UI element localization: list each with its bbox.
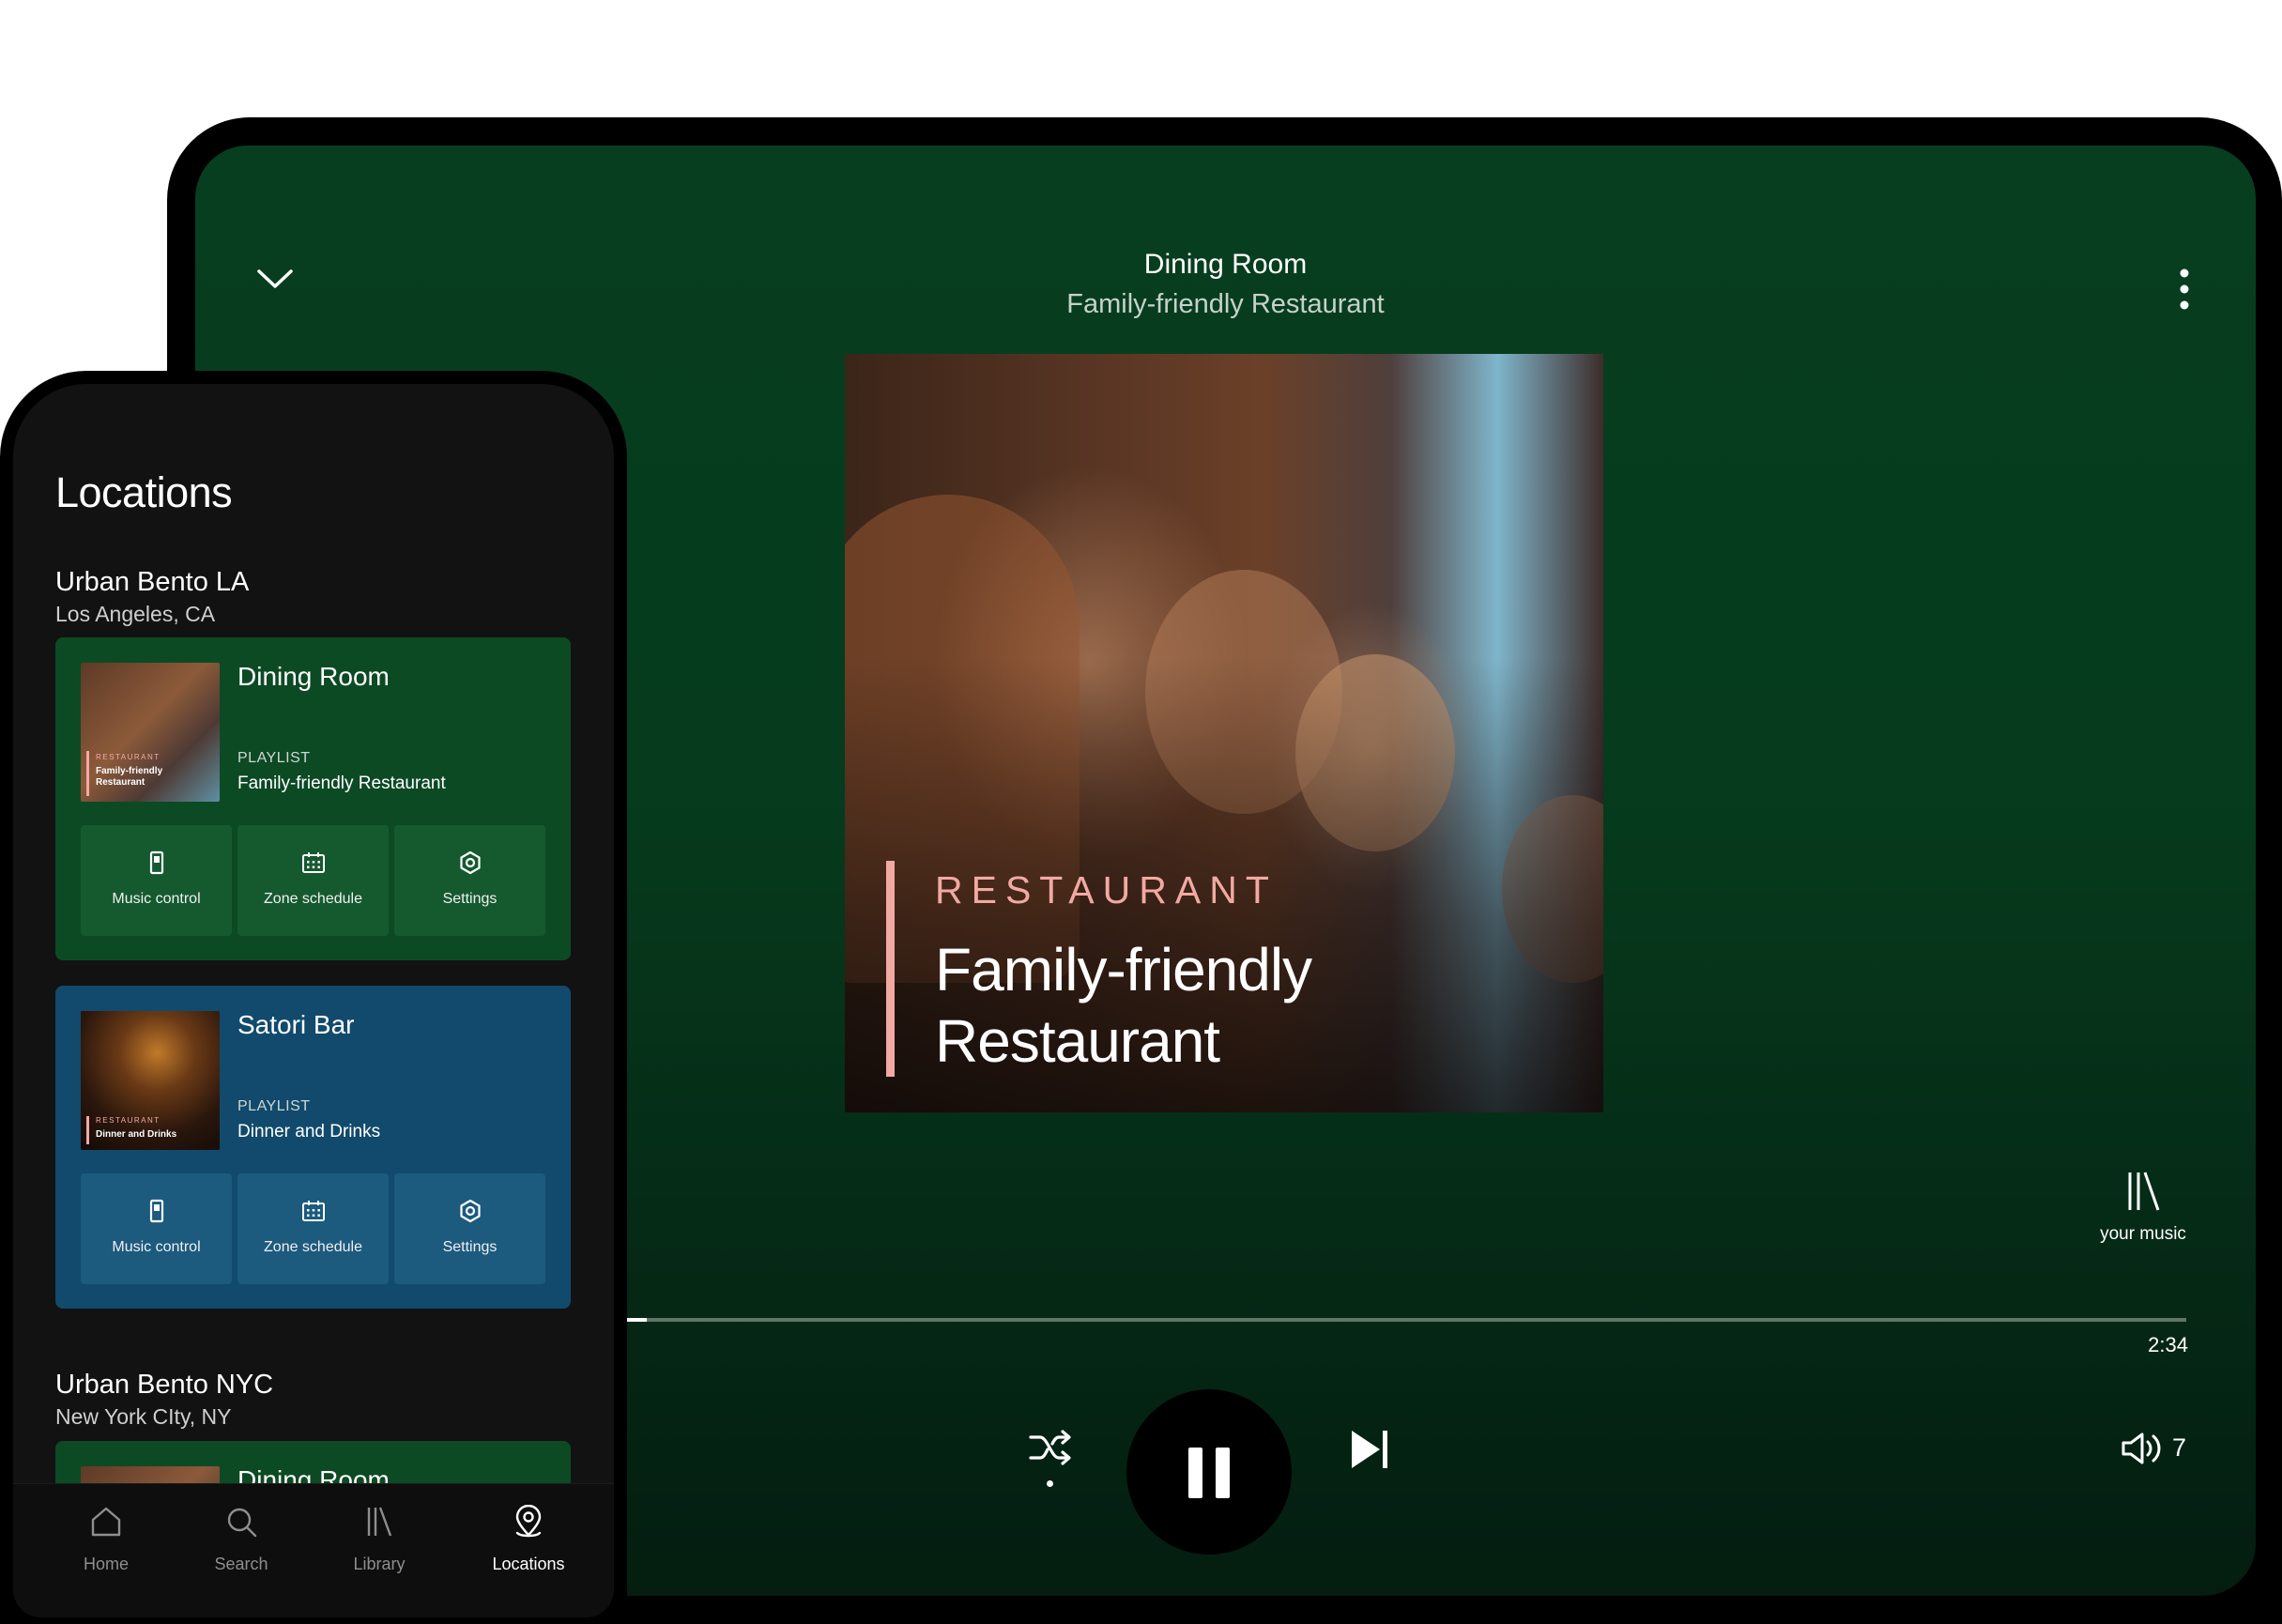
track-duration: 2:34 [2148, 1333, 2188, 1356]
action-label: Music control [112, 891, 201, 907]
bottom-navigation: Home Search Library Locations [13, 1483, 614, 1617]
thumb-category: RESTAURANT [96, 1116, 161, 1125]
your-music-label: your music [2100, 1224, 2186, 1244]
artwork-category: RESTAURANT [935, 868, 1278, 912]
pause-button[interactable] [1126, 1389, 1292, 1555]
playlist-artwork: RESTAURANT Family-friendly Restaurant [845, 354, 1603, 1112]
page-title: Locations [55, 468, 233, 516]
zone-source-type: PLAYLIST [237, 750, 311, 766]
zone-source-type: PLAYLIST [237, 1098, 311, 1114]
remote-icon [149, 1199, 163, 1223]
zone-card-satori-bar[interactable]: RESTAURANT Dinner and Drinks Satori Bar … [55, 986, 571, 1309]
music-control-button[interactable]: Music control [81, 1173, 232, 1284]
locations-screen: Locations Urban Bento LA Los Angeles, CA… [13, 384, 614, 1617]
your-music-button[interactable]: your music [2091, 1169, 2195, 1245]
library-icon [2128, 1172, 2160, 1211]
volume-level: 7 [2172, 1433, 2187, 1462]
zone-playlist: Dinner and Drinks [237, 1122, 381, 1141]
zone-artwork: RESTAURANT Dinner and Drinks [81, 1011, 220, 1150]
search-icon [227, 1508, 257, 1538]
artwork-title: Family-friendly Restaurant [935, 936, 1312, 1075]
nav-library[interactable]: Library [318, 1484, 440, 1617]
zone-playlist: Family-friendly Restaurant [237, 774, 446, 793]
zone-schedule-button[interactable]: Zone schedule [237, 1173, 389, 1284]
thumb-title: Dinner and Drinks [96, 1129, 177, 1140]
thumb-category: RESTAURANT [96, 753, 161, 761]
location-city: Los Angeles, CA [55, 602, 216, 626]
settings-button[interactable]: Settings [394, 825, 545, 936]
action-label: Music control [112, 1239, 201, 1255]
zone-name: Dining Room [237, 662, 390, 691]
library-icon [367, 1507, 392, 1537]
pause-icon [1216, 1448, 1230, 1498]
playlist-subtitle: Family-friendly Restaurant [1066, 289, 1385, 319]
nav-locations[interactable]: Locations [467, 1484, 590, 1617]
nav-label: Search [214, 1555, 268, 1573]
thumb-accent-bar [86, 1116, 89, 1144]
nav-label: Library [353, 1555, 406, 1573]
action-label: Zone schedule [264, 891, 362, 907]
settings-button[interactable]: Settings [394, 1173, 545, 1284]
location-pin-icon [515, 1505, 542, 1538]
nav-home[interactable]: Home [45, 1484, 167, 1617]
artwork-accent-bar [886, 861, 895, 1077]
zone-title: Dining Room [1143, 249, 1308, 280]
zone-name: Satori Bar [237, 1010, 355, 1039]
thumb-title: Family-friendly Restaurant [96, 766, 163, 788]
zone-artwork: RESTAURANT Family-friendly Restaurant [81, 663, 220, 802]
location-city: New York CIty, NY [55, 1404, 232, 1429]
remote-icon [149, 850, 163, 875]
shuffle-icon[interactable] [1027, 1424, 1074, 1471]
skip-next-icon[interactable] [1348, 1427, 1393, 1472]
phone-device: Locations Urban Bento LA Los Angeles, CA… [0, 371, 627, 1624]
zone-actions: Music control Zone schedule Settings [81, 1173, 545, 1284]
gear-icon [459, 1199, 481, 1223]
location-name[interactable]: Urban Bento LA [55, 567, 249, 598]
action-label: Settings [442, 1239, 498, 1255]
calendar-icon [301, 1201, 325, 1221]
nav-label: Home [83, 1555, 129, 1573]
location-name[interactable]: Urban Bento NYC [55, 1370, 273, 1401]
more-options-icon[interactable] [2179, 268, 2190, 311]
nav-label: Locations [492, 1555, 565, 1573]
calendar-icon [301, 852, 325, 873]
shuffle-active-indicator [1047, 1480, 1053, 1487]
volume-icon[interactable] [2120, 1430, 2167, 1467]
action-label: Zone schedule [264, 1239, 362, 1255]
action-label: Settings [442, 891, 498, 907]
music-control-button[interactable]: Music control [81, 825, 232, 936]
zone-card-dining-room[interactable]: RESTAURANT Family-friendly Restaurant Di… [55, 637, 571, 960]
zone-actions: Music control Zone schedule Settings [81, 825, 545, 936]
home-icon [91, 1507, 121, 1537]
pause-icon [1188, 1448, 1202, 1498]
nav-search[interactable]: Search [180, 1484, 302, 1617]
gear-icon [459, 850, 481, 875]
zone-schedule-button[interactable]: Zone schedule [237, 825, 389, 936]
thumb-accent-bar [86, 751, 89, 796]
